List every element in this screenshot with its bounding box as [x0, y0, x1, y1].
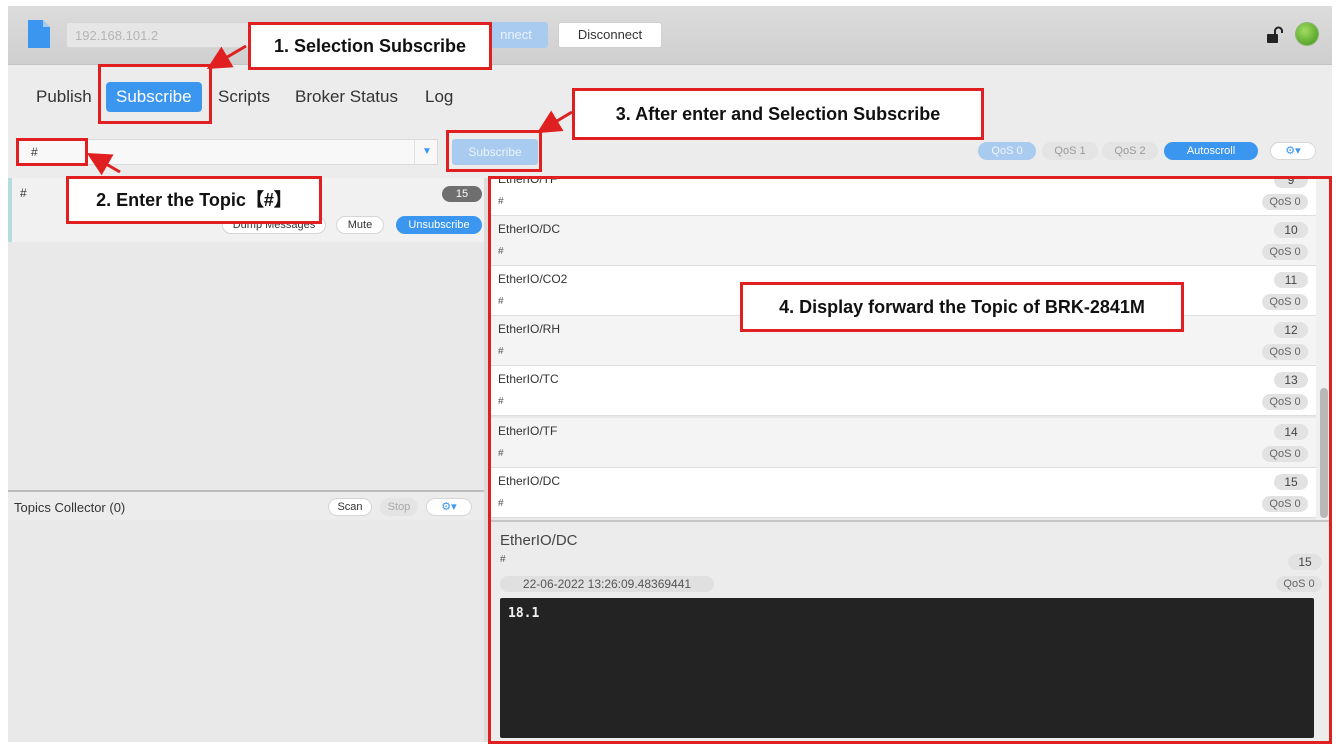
scan-button[interactable]: Scan	[328, 498, 372, 516]
qos1-toggle[interactable]: QoS 1	[1042, 142, 1098, 160]
file-icon[interactable]	[28, 20, 50, 48]
subscription-count-badge: 15	[442, 186, 482, 202]
connection-status-indicator	[1296, 23, 1318, 45]
topics-collector-title: Topics Collector (0)	[14, 500, 126, 515]
stop-button[interactable]: Stop	[380, 498, 418, 516]
autoscroll-button[interactable]: Autoscroll	[1164, 142, 1258, 160]
tab-scripts[interactable]: Scripts	[218, 82, 270, 112]
topic-input-highlight	[16, 138, 88, 166]
annotation-step-4: 4. Display forward the Topic of BRK-2841…	[740, 282, 1184, 332]
chevron-down-icon[interactable]: ▼	[414, 139, 439, 165]
qos0-toggle[interactable]: QoS 0	[978, 142, 1036, 160]
subscribe-button-highlight	[446, 130, 542, 172]
connect-button[interactable]: nnect	[484, 22, 548, 48]
gear-icon[interactable]: ⚙▾	[426, 498, 472, 516]
tab-broker-status[interactable]: Broker Status	[295, 82, 398, 112]
unlock-icon[interactable]	[1266, 26, 1284, 44]
messages-highlight	[488, 176, 1332, 744]
broker-address-input[interactable]: 192.168.101.2	[66, 22, 266, 48]
unsubscribe-button[interactable]: Unsubscribe	[396, 216, 482, 234]
annotation-step-2: 2. Enter the Topic【#】	[66, 176, 322, 224]
subscribe-tab-highlight	[98, 64, 212, 124]
tab-log[interactable]: Log	[425, 82, 453, 112]
subscriptions-panel: # 15 Dump Messages Mute Unsubscribe Topi…	[8, 178, 484, 742]
mute-button[interactable]: Mute	[336, 216, 384, 234]
annotation-step-3: 3. After enter and Selection Subscribe	[572, 88, 984, 140]
annotation-step-1: 1. Selection Subscribe	[248, 22, 492, 70]
topics-collector-header: Topics Collector (0) Scan Stop ⚙▾	[8, 490, 484, 520]
subscription-topic: #	[20, 186, 27, 200]
gear-icon[interactable]: ⚙▾	[1270, 142, 1316, 160]
connection-bar: 192.168.101.2 nnect Disconnect	[8, 6, 1332, 65]
disconnect-button[interactable]: Disconnect	[558, 22, 662, 48]
tab-publish[interactable]: Publish	[36, 82, 92, 112]
qos2-toggle[interactable]: QoS 2	[1102, 142, 1158, 160]
